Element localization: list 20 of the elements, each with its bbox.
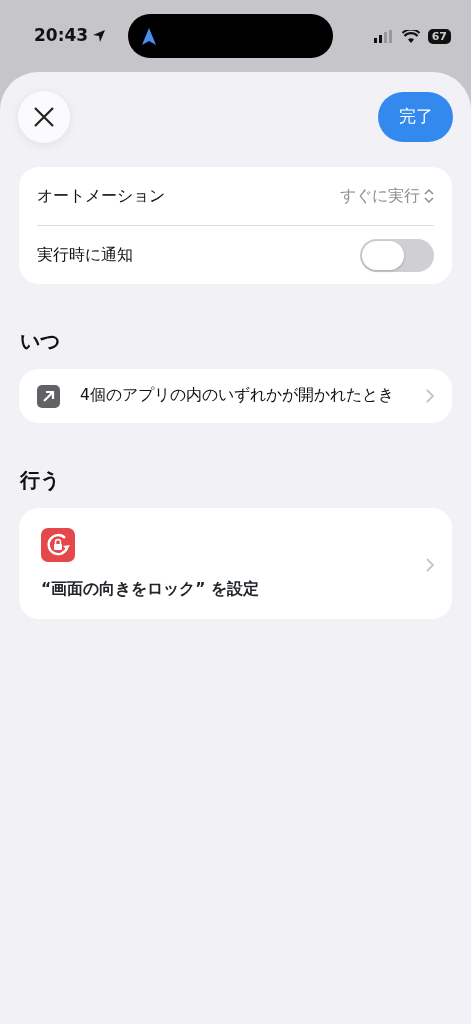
done-button[interactable]: 完了	[378, 91, 453, 142]
updown-chevron-icon	[424, 189, 434, 203]
toggle-switch[interactable]	[360, 238, 434, 272]
wifi-icon	[401, 29, 420, 43]
setting-label: オートメーション	[37, 185, 165, 207]
close-button[interactable]	[18, 91, 70, 143]
chevron-icon	[426, 389, 434, 403]
section-heading: いつ	[20, 328, 61, 355]
trigger-row[interactable]: 4個のアプリの内のいずれかが開かれたとき	[19, 369, 452, 423]
toggle-label: 実行時に通知	[37, 244, 133, 266]
action-row[interactable]: “画面の向きをロック” を設定	[19, 508, 452, 620]
close-icon	[33, 106, 55, 128]
signal-icon	[373, 29, 394, 43]
navigation-icon	[142, 27, 157, 45]
battery-indicator: 67	[427, 28, 451, 44]
status-time: 20:43	[34, 24, 89, 48]
section-heading: 行う	[20, 467, 61, 494]
chevron-icon	[426, 557, 434, 572]
location-icon	[92, 29, 107, 43]
rotation-lock-icon	[41, 528, 75, 562]
